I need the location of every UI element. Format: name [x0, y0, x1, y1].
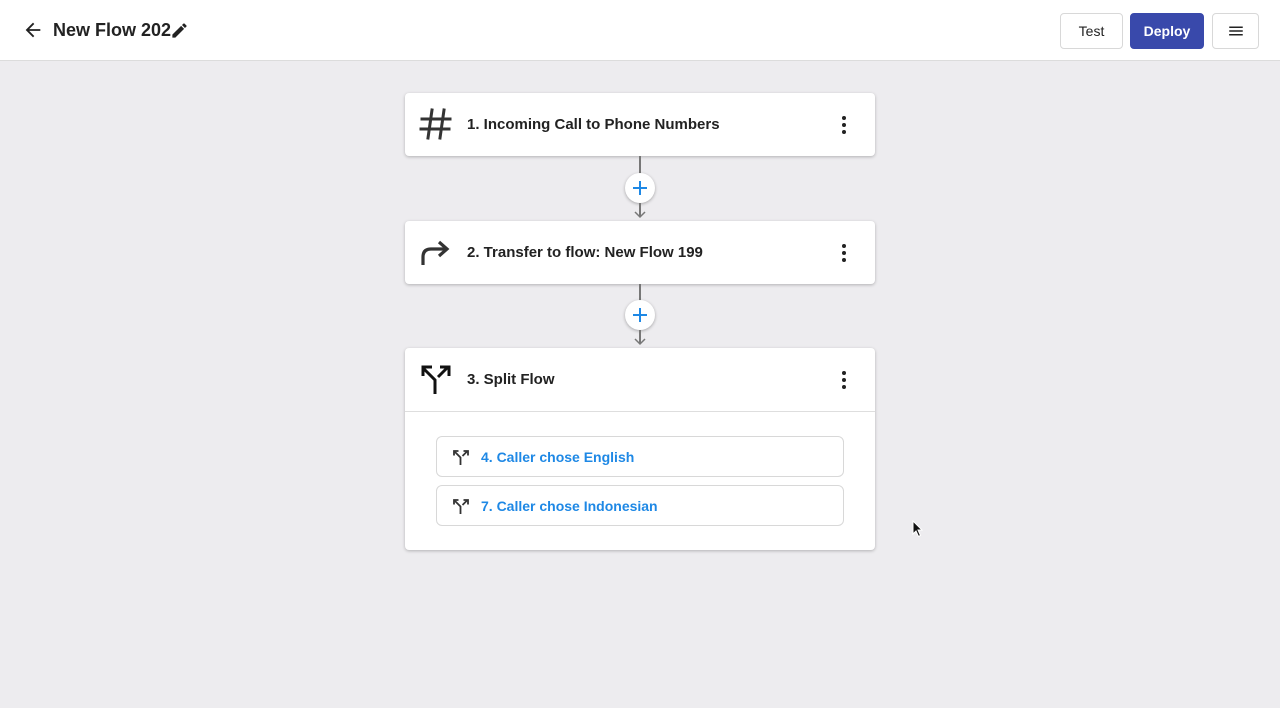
step-title: 1. Incoming Call to Phone Numbers — [467, 116, 720, 133]
split-icon — [452, 448, 470, 466]
arrow-down-icon — [634, 338, 646, 346]
back-arrow-icon[interactable] — [22, 19, 44, 41]
add-step-button[interactable] — [625, 300, 655, 330]
branch-item[interactable]: 7. Caller chose Indonesian — [436, 485, 844, 526]
test-button[interactable]: Test — [1060, 13, 1123, 49]
plus-icon — [633, 308, 647, 322]
split-icon — [419, 362, 453, 396]
more-options-icon[interactable] — [833, 114, 855, 136]
top-bar: New Flow 202 Test Deploy — [0, 0, 1280, 61]
more-options-icon[interactable] — [833, 242, 855, 264]
step-header-3[interactable]: 3. Split Flow — [405, 348, 875, 411]
split-icon — [452, 497, 470, 515]
deploy-button[interactable]: Deploy — [1130, 13, 1204, 49]
notes-menu-button[interactable] — [1212, 13, 1259, 49]
notes-icon — [1228, 26, 1243, 36]
more-options-icon[interactable] — [833, 369, 855, 391]
pencil-icon[interactable] — [170, 21, 189, 40]
step-card-2: 2. Transfer to flow: New Flow 199 — [405, 221, 875, 284]
forward-arrow-icon — [419, 235, 453, 269]
mouse-cursor-icon — [912, 520, 924, 538]
page-title: New Flow 202 — [53, 20, 172, 40]
connector-line — [639, 156, 641, 174]
hash-icon — [419, 107, 453, 141]
step-card-3: 3. Split Flow 4. Caller chose English 7.… — [405, 348, 875, 550]
branch-list: 4. Caller chose English 7. Caller chose … — [405, 412, 875, 550]
step-header-2[interactable]: 2. Transfer to flow: New Flow 199 — [405, 221, 875, 284]
step-title: 3. Split Flow — [467, 371, 555, 388]
step-title: 2. Transfer to flow: New Flow 199 — [467, 244, 703, 261]
arrow-down-icon — [634, 211, 646, 219]
add-step-button[interactable] — [625, 173, 655, 203]
branch-label: 4. Caller chose English — [481, 449, 635, 465]
step-card-1: 1. Incoming Call to Phone Numbers — [405, 93, 875, 156]
step-header-1[interactable]: 1. Incoming Call to Phone Numbers — [405, 93, 875, 156]
plus-icon — [633, 181, 647, 195]
branch-label: 7. Caller chose Indonesian — [481, 498, 658, 514]
branch-item[interactable]: 4. Caller chose English — [436, 436, 844, 477]
